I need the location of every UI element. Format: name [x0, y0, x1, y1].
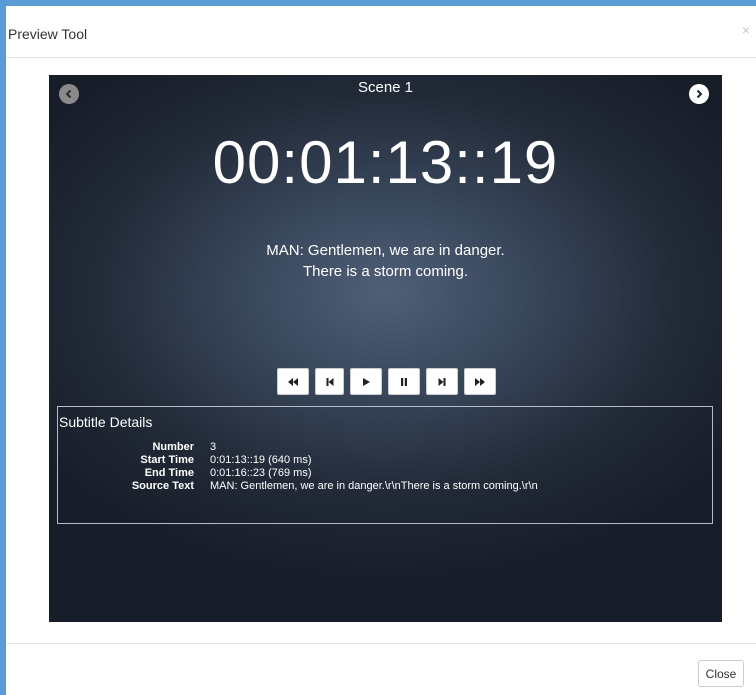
close-icon[interactable]: ×	[742, 23, 750, 37]
skip-previous-icon	[326, 377, 333, 386]
preview-tool-modal: Preview Tool × Scene 1 00:01:13::19 MAN:…	[6, 6, 756, 695]
playback-controls	[277, 368, 496, 395]
details-value: 3	[210, 441, 217, 453]
subtitle-text: MAN: Gentlemen, we are in danger. There …	[49, 240, 722, 282]
fast-rewind-icon	[288, 377, 298, 386]
details-table: Number 3 Start Time 0:01:13::19 (640 ms)…	[58, 441, 538, 493]
details-row: End Time 0:01:16::23 (769 ms)	[58, 467, 538, 480]
modal-title: Preview Tool	[8, 26, 88, 42]
skip-next-button[interactable]	[426, 368, 458, 395]
details-value: 0:01:16::23 (769 ms)	[210, 467, 312, 479]
subtitle-line: There is a storm coming.	[302, 263, 469, 280]
subtitle-details-panel: Subtitle Details Number 3 Start Time 0:0…	[57, 406, 713, 524]
modal-header: Preview Tool ×	[6, 6, 756, 58]
next-scene-button[interactable]	[689, 84, 709, 104]
modal-footer: Close	[6, 643, 756, 695]
close-button[interactable]: Close	[698, 660, 744, 687]
preview-stage: Scene 1 00:01:13::19 MAN: Gentlemen, we …	[49, 75, 722, 622]
chevron-right-icon	[696, 89, 703, 99]
fast-forward-button[interactable]	[464, 368, 496, 395]
play-icon	[363, 377, 370, 386]
details-row: Number 3	[58, 441, 538, 454]
details-row: Source Text MAN: Gentlemen, we are in da…	[58, 480, 538, 493]
details-value: 0:01:13::19 (640 ms)	[210, 454, 312, 466]
details-label: Number	[152, 441, 194, 453]
details-label: Source Text	[131, 480, 194, 492]
fast-forward-icon	[475, 377, 485, 386]
pause-icon	[401, 377, 407, 386]
play-button[interactable]	[350, 368, 382, 395]
fast-rewind-button[interactable]	[277, 368, 309, 395]
pause-button[interactable]	[388, 368, 420, 395]
details-value: MAN: Gentlemen, we are in danger.\r\nThe…	[210, 480, 538, 492]
details-title: Subtitle Details	[59, 414, 153, 430]
skip-next-icon	[438, 377, 446, 386]
details-label: End Time	[144, 467, 194, 479]
details-row: Start Time 0:01:13::19 (640 ms)	[58, 454, 538, 467]
scene-title: Scene 1	[357, 79, 414, 96]
subtitle-line: MAN: Gentlemen, we are in danger.	[266, 242, 505, 259]
details-label: Start Time	[140, 454, 194, 466]
timecode-display: 00:01:13::19	[212, 129, 559, 196]
skip-previous-button[interactable]	[315, 368, 344, 395]
